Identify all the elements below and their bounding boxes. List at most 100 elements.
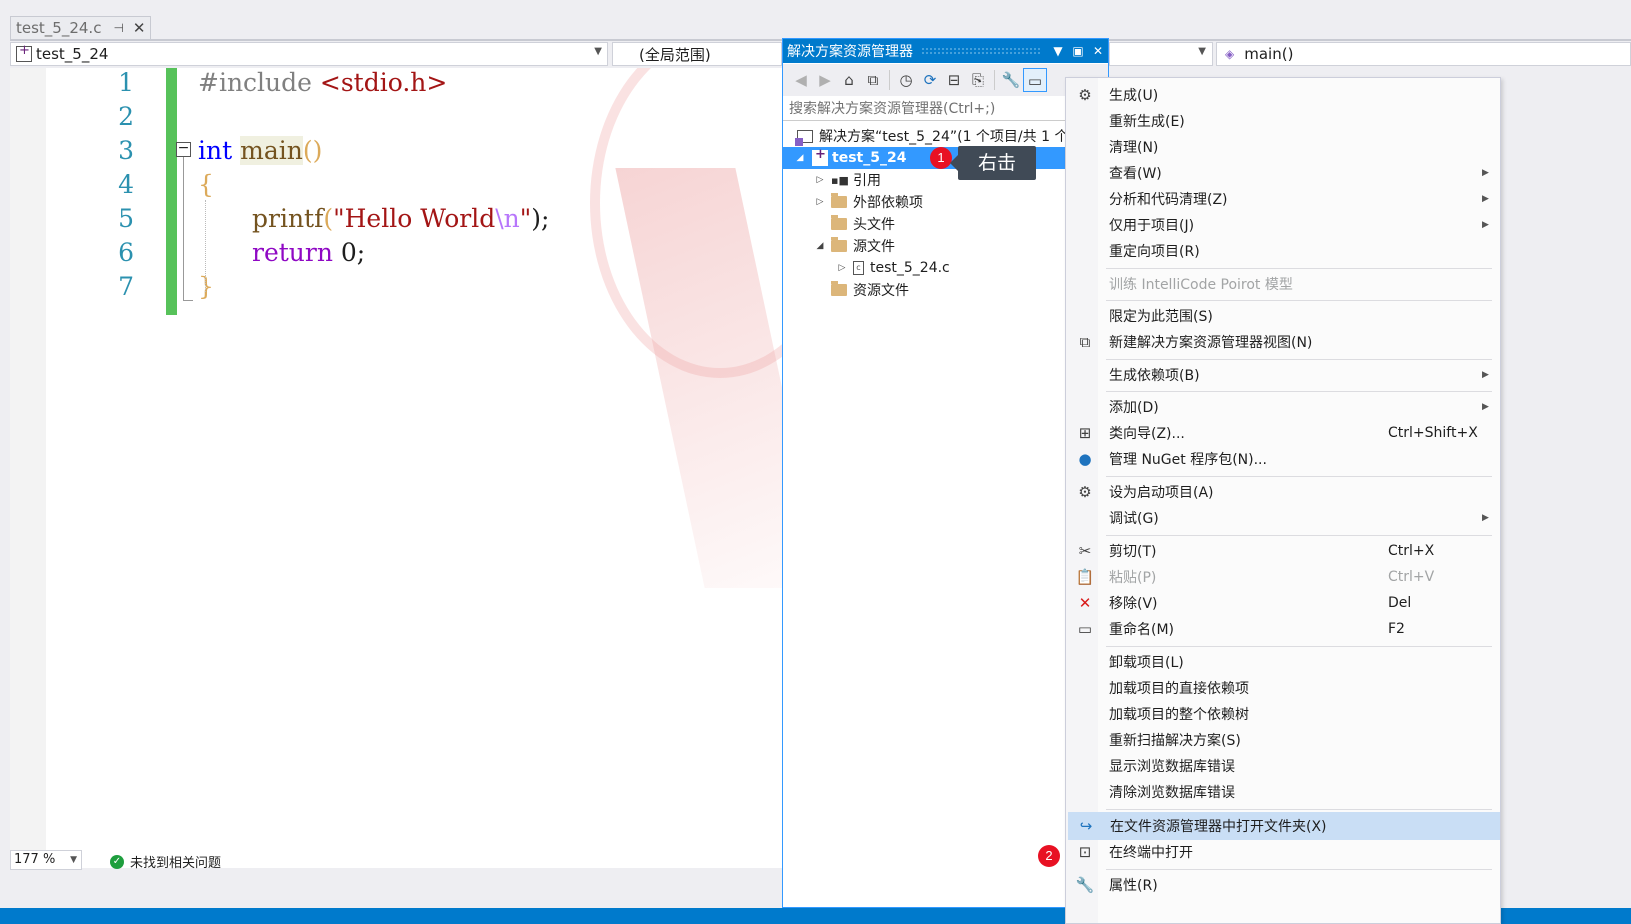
code-line-1[interactable]: #include <stdio.h> <box>198 68 447 97</box>
menu-item-open-terminal[interactable]: ⊡ 在终端中打开 <box>1068 839 1498 865</box>
menu-item-label: 重命名(M) <box>1109 622 1175 638</box>
member-combo[interactable]: ◈ main() <box>1216 42 1631 66</box>
menu-item-label: 调试(G) <box>1109 511 1159 527</box>
menu-item-nuget[interactable]: ● 管理 NuGet 程序包(N)... <box>1068 446 1498 472</box>
menu-item-retarget[interactable]: 重定向项目(R) <box>1068 238 1498 264</box>
menu-item-label: 设为启动项目(A) <box>1109 485 1214 501</box>
collapsed-arrow-icon[interactable]: ▷ <box>835 263 849 273</box>
menu-item-class-wizard[interactable]: ⊞ 类向导(Z)... Ctrl+Shift+X <box>1068 420 1498 446</box>
menu-item-clean[interactable]: 清理(N) <box>1068 134 1498 160</box>
change-tracking-bar <box>166 68 177 315</box>
zoom-combo[interactable]: 177 % ▼ <box>10 850 82 870</box>
menu-item-clear-browse-errors[interactable]: 清除浏览数据库错误 <box>1068 779 1498 805</box>
tree-item-label: 头文件 <box>853 217 895 233</box>
line-number: 5 <box>118 204 134 233</box>
menu-item-properties[interactable]: 🔧 属性(R) <box>1068 872 1498 898</box>
menu-item-cut[interactable]: ✂ 剪切(T) Ctrl+X <box>1068 538 1498 564</box>
menu-item-view[interactable]: 查看(W) ▶ <box>1068 160 1498 186</box>
menu-item-build-deps[interactable]: 生成依赖项(B) ▶ <box>1068 362 1498 388</box>
maximize-icon[interactable]: ▣ <box>1068 44 1088 58</box>
expanded-arrow-icon[interactable]: ◢ <box>813 241 827 251</box>
line-number: 3 <box>118 136 134 165</box>
collapse-all-icon[interactable]: ⊟ <box>942 68 966 92</box>
issues-indicator[interactable]: ✓ 未找到相关问题 <box>110 852 221 871</box>
collapsed-arrow-icon[interactable]: ▷ <box>813 197 827 207</box>
menu-item-unload[interactable]: 卸载项目(L) <box>1068 649 1498 675</box>
preview-icon[interactable]: ▭ <box>1023 68 1047 92</box>
menu-item-label: 重定向项目(R) <box>1109 244 1200 260</box>
project-combo[interactable]: test_5_24 ▼ <box>10 42 608 66</box>
menu-item-project-only[interactable]: 仅用于项目(J) ▶ <box>1068 212 1498 238</box>
code-editor[interactable]: 1 2 3 4 5 6 7 #include <stdio.h> int mai… <box>10 68 782 868</box>
show-all-files-icon[interactable]: ⎘ <box>966 68 990 92</box>
code-line-4[interactable]: { <box>198 170 214 199</box>
code-line-6[interactable]: return 0; <box>252 238 365 267</box>
menu-item-new-view[interactable]: ⧉ 新建解决方案资源管理器视图(N) <box>1068 329 1498 355</box>
menu-item-load-dep-tree[interactable]: 加载项目的整个依赖树 <box>1068 701 1498 727</box>
menu-item-debug[interactable]: 调试(G) ▶ <box>1068 505 1498 531</box>
gear-icon: ⚙ <box>1078 483 1092 501</box>
solution-explorer-search[interactable]: 搜索解决方案资源管理器(Ctrl+;) <box>783 97 1108 121</box>
menu-item-intellicode[interactable]: 训练 IntelliCode Poirot 模型 <box>1068 271 1498 297</box>
menu-item-rescan[interactable]: 重新扫描解决方案(S) <box>1068 727 1498 753</box>
close-icon[interactable]: ✕ <box>1088 44 1108 58</box>
collapsed-arrow-icon[interactable]: ▷ <box>813 175 827 185</box>
menu-item-label: 分析和代码清理(Z) <box>1109 192 1228 208</box>
preprocessor-directive: #include <box>198 68 312 97</box>
line-number: 6 <box>118 238 134 267</box>
expanded-arrow-icon[interactable]: ◢ <box>793 153 807 163</box>
tree-item-label: 外部依赖项 <box>853 195 923 211</box>
home-icon[interactable]: ⌂ <box>837 68 861 92</box>
document-tab[interactable]: test_5_24.c ⊣ ✕ <box>10 16 151 39</box>
toolbar-separator <box>994 70 995 90</box>
menu-item-label: 属性(R) <box>1109 878 1158 894</box>
drag-handle[interactable] <box>921 47 1040 55</box>
context-menu: ⚙ 生成(U) 重新生成(E) 清理(N) 查看(W) ▶ 分析和代码清理(Z) ▶ … <box>1065 77 1501 924</box>
code-line-5[interactable]: printf("Hello World\n"); <box>252 204 549 233</box>
switch-views-icon[interactable]: ⧉ <box>861 68 885 92</box>
open-folder-icon: ↪ <box>1079 817 1093 835</box>
scope-combo-tail[interactable]: ▼ <box>1109 42 1213 66</box>
close-tab-icon[interactable]: ✕ <box>133 19 146 37</box>
menu-item-analyze[interactable]: 分析和代码清理(Z) ▶ <box>1068 186 1498 212</box>
issues-text: 未找到相关问题 <box>130 856 222 871</box>
collapse-toggle[interactable]: − <box>176 141 191 157</box>
editor-gutter <box>10 68 46 868</box>
refresh-icon[interactable]: ⟳ <box>918 68 942 92</box>
pending-changes-icon[interactable]: ◷ <box>894 68 918 92</box>
menu-item-scope[interactable]: 限定为此范围(S) <box>1068 303 1498 329</box>
menu-item-add[interactable]: 添加(D) ▶ <box>1068 394 1498 420</box>
menu-item-label: 新建解决方案资源管理器视图(N) <box>1109 335 1313 351</box>
dropdown-icon[interactable]: ▼ <box>1048 44 1068 58</box>
menu-item-rebuild[interactable]: 重新生成(E) <box>1068 108 1498 134</box>
menu-item-label: 管理 NuGet 程序包(N)... <box>1109 452 1267 468</box>
menu-item-load-direct-deps[interactable]: 加载项目的直接依赖项 <box>1068 675 1498 701</box>
zoom-value: 177 % <box>14 852 56 867</box>
references-icon: ▪■ <box>831 173 849 187</box>
code-line-3[interactable]: int main() <box>198 136 322 165</box>
menu-item-open-in-explorer[interactable]: ↪ 在文件资源管理器中打开文件夹(X) <box>1068 812 1500 840</box>
nuget-icon: ● <box>1078 450 1092 468</box>
project-combo-value: test_5_24 <box>36 45 109 63</box>
submenu-arrow-icon: ▶ <box>1482 168 1489 178</box>
menu-item-show-browse-errors[interactable]: 显示浏览数据库错误 <box>1068 753 1498 779</box>
scope-combo[interactable]: (全局范围) <box>612 42 782 66</box>
remove-icon: ✕ <box>1078 594 1092 612</box>
forward-icon[interactable]: ▶ <box>813 68 837 92</box>
toolbar-separator <box>889 70 890 90</box>
solution-explorer: 解决方案资源管理器 ▼ ▣ ✕ ◀ ▶ ⌂ ⧉ ◷ ⟳ ⊟ ⎘ 🔧 ▭ 搜索解决… <box>782 38 1118 908</box>
fold-guide-end <box>183 300 193 301</box>
properties-wrench-icon[interactable]: 🔧 <box>999 68 1023 92</box>
back-icon[interactable]: ◀ <box>789 68 813 92</box>
menu-item-build[interactable]: ⚙ 生成(U) <box>1068 82 1498 108</box>
menu-item-remove[interactable]: ✕ 移除(V) Del <box>1068 590 1498 616</box>
menu-item-set-startup[interactable]: ⚙ 设为启动项目(A) <box>1068 479 1498 505</box>
rename-icon: ▭ <box>1077 620 1093 638</box>
pin-icon[interactable]: ⊣ <box>113 21 123 35</box>
menu-item-rename[interactable]: ▭ 重命名(M) F2 <box>1068 616 1498 642</box>
member-combo-value: main() <box>1244 45 1294 63</box>
menu-item-paste[interactable]: 📋 粘贴(P) Ctrl+V <box>1068 564 1498 590</box>
menu-item-label: 清除浏览数据库错误 <box>1109 785 1235 801</box>
document-tab-title: test_5_24.c <box>16 19 102 37</box>
menu-item-label: 仅用于项目(J) <box>1109 218 1195 234</box>
